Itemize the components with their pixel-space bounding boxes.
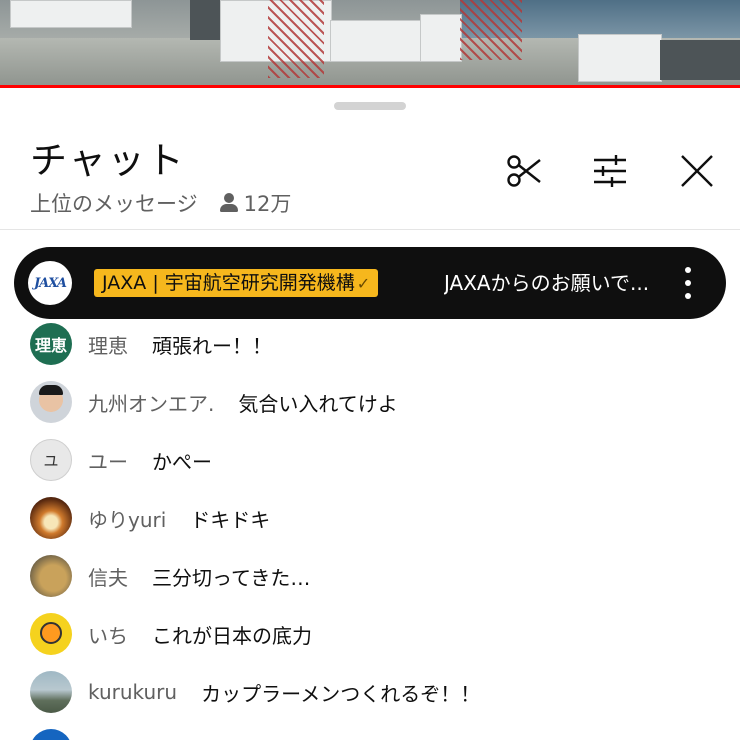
chat-message[interactable] (30, 729, 72, 740)
verified-icon: ✓ (356, 274, 371, 293)
video-tower (460, 0, 522, 60)
chat-mode-selector[interactable]: 上位のメッセージ 12万 (30, 188, 291, 218)
pinned-message-text: JAXAからのお願いで... (444, 271, 650, 295)
chat-message[interactable]: 理恵 理恵 頑張れー！！ (30, 323, 272, 365)
chat-message[interactable]: kurukuru カップラーメンつくれるぞ！！ (30, 671, 480, 713)
chat-panel: チャット 上位のメッセージ 12万 JAXA JAXA | 宇宙航空研究開発機構… (0, 88, 740, 740)
message-text: 気合い入れてけよ (238, 391, 398, 416)
message-author: 九州オンエア. (88, 391, 215, 416)
avatar[interactable] (30, 497, 72, 539)
pinned-author: JAXA | 宇宙航空研究開発機構 (102, 272, 355, 294)
message-text: これが日本の底力 (152, 623, 312, 648)
avatar[interactable] (30, 729, 72, 740)
video-building (578, 34, 662, 82)
avatar[interactable] (30, 613, 72, 655)
chat-mode-label: 上位のメッセージ (30, 192, 198, 216)
video-player[interactable] (0, 0, 740, 88)
chat-title: チャット (30, 139, 186, 182)
viewer-count: 12万 (243, 192, 292, 216)
avatar[interactable] (30, 381, 72, 423)
close-button[interactable] (677, 151, 717, 191)
chat-message[interactable]: ゆりyuri ドキドキ (30, 497, 270, 539)
avatar[interactable]: 理恵 (30, 323, 72, 365)
message-author: ゆりyuri (88, 507, 167, 532)
avatar[interactable] (30, 671, 72, 713)
tune-icon (594, 155, 626, 187)
pinned-author-badge: JAXA | 宇宙航空研究開発機構 ✓ (94, 269, 379, 297)
message-author: 理恵 (88, 333, 128, 358)
video-building (10, 0, 132, 28)
filter-button[interactable] (590, 151, 630, 191)
message-author: 信夫 (88, 565, 128, 590)
message-text: 頑張れー！！ (152, 333, 272, 358)
message-author: ユー (88, 449, 128, 474)
video-structure (190, 0, 220, 40)
pinned-message[interactable]: JAXA JAXA | 宇宙航空研究開発機構 ✓ JAXAからのお願いで... (14, 247, 726, 319)
message-author: いち (88, 623, 128, 648)
chat-message[interactable]: 九州オンエア. 気合い入れてけよ (30, 381, 398, 423)
avatar[interactable]: ユ (30, 439, 72, 481)
avatar: JAXA (28, 261, 72, 305)
video-building (420, 14, 462, 62)
message-text: かぺー (152, 449, 212, 474)
person-icon (219, 193, 238, 213)
message-text: ドキドキ (190, 507, 271, 532)
message-author: kurukuru (88, 680, 178, 704)
chat-message[interactable]: いち これが日本の底力 (30, 613, 312, 655)
chat-message[interactable]: 信夫 三分切ってきた… (30, 555, 310, 597)
drag-handle[interactable] (334, 102, 406, 110)
clip-button[interactable] (504, 151, 544, 191)
video-building (330, 20, 422, 62)
scissors-icon (507, 155, 541, 187)
header-divider (0, 229, 740, 230)
chat-message[interactable]: ユ ユー かぺー (30, 439, 212, 481)
message-text: カップラーメンつくれるぞ！！ (201, 681, 481, 706)
avatar[interactable] (30, 555, 72, 597)
video-structure (660, 40, 740, 80)
more-vert-icon[interactable] (678, 267, 698, 299)
video-tower (268, 0, 324, 78)
message-text: 三分切ってきた… (152, 565, 311, 590)
close-icon (681, 155, 713, 187)
